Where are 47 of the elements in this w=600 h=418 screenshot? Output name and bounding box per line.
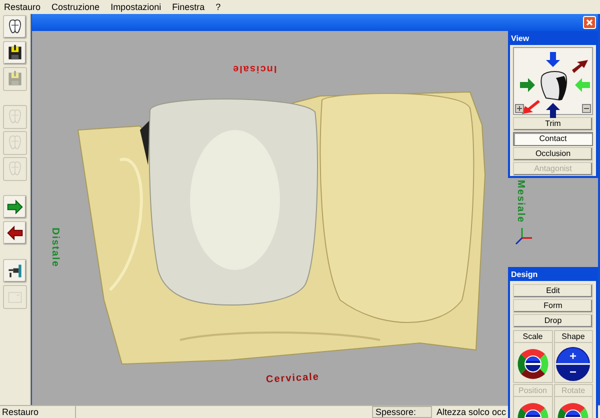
status-text: Spessore:: [372, 406, 432, 418]
tool-label: Scale: [514, 331, 552, 343]
panel-button[interactable]: Edit: [513, 284, 593, 298]
tool-label: Rotate: [554, 385, 592, 397]
panel-title: View: [510, 33, 596, 45]
status-text: Altezza solco occ: [435, 406, 507, 418]
tooth-outline-icon: [6, 108, 24, 126]
tooth-outline-icon: [6, 160, 24, 178]
axes-icon: [515, 228, 532, 245]
tool-label: Position: [514, 385, 552, 397]
menu-item[interactable]: ?: [214, 2, 222, 12]
toolbar-button[interactable]: [3, 259, 27, 283]
tooth-icon: [6, 18, 24, 36]
axis-label: Mesiale: [514, 180, 528, 224]
panel-title: Design: [510, 269, 596, 281]
toolbar-button[interactable]: [3, 195, 27, 219]
menu-item[interactable]: Impostazioni: [110, 2, 162, 12]
toolbar-button[interactable]: [3, 41, 27, 65]
zoom-out-button[interactable]: [582, 104, 591, 113]
close-button[interactable]: [583, 16, 596, 29]
axis-label: Incisale: [232, 62, 277, 76]
tooth-outline-icon: [6, 134, 24, 152]
plus-icon: [517, 106, 522, 111]
menu-item[interactable]: Restauro: [3, 2, 42, 12]
left-arrow-icon: [6, 224, 24, 242]
toolbar-button[interactable]: [3, 221, 27, 245]
menu-item[interactable]: Finestra: [171, 2, 206, 12]
axis-label: Distale: [48, 228, 62, 268]
plus-minus-control[interactable]: [555, 346, 592, 382]
save-icon: [6, 44, 24, 62]
plus-minus-icon: [555, 346, 592, 382]
panel-button[interactable]: Form: [513, 299, 593, 313]
panel-button[interactable]: Contact: [513, 132, 593, 146]
connector-tool-icon: [6, 262, 24, 280]
right-arrow-icon: [6, 198, 24, 216]
menu-item[interactable]: Costruzione: [50, 2, 101, 12]
minus-icon: [584, 106, 589, 111]
toolbar-button[interactable]: [3, 15, 27, 39]
panel-button[interactable]: Trim: [513, 117, 593, 131]
close-icon: [586, 19, 593, 26]
panel-button[interactable]: Drop: [513, 314, 593, 328]
zoom-in-button[interactable]: [515, 104, 524, 113]
panel-button[interactable]: Occlusion: [513, 147, 593, 161]
save-icon: [6, 70, 24, 88]
axis-label: Cervicale: [266, 370, 320, 388]
tool-label: Shape: [554, 331, 592, 343]
status-text: Restauro: [0, 406, 76, 418]
